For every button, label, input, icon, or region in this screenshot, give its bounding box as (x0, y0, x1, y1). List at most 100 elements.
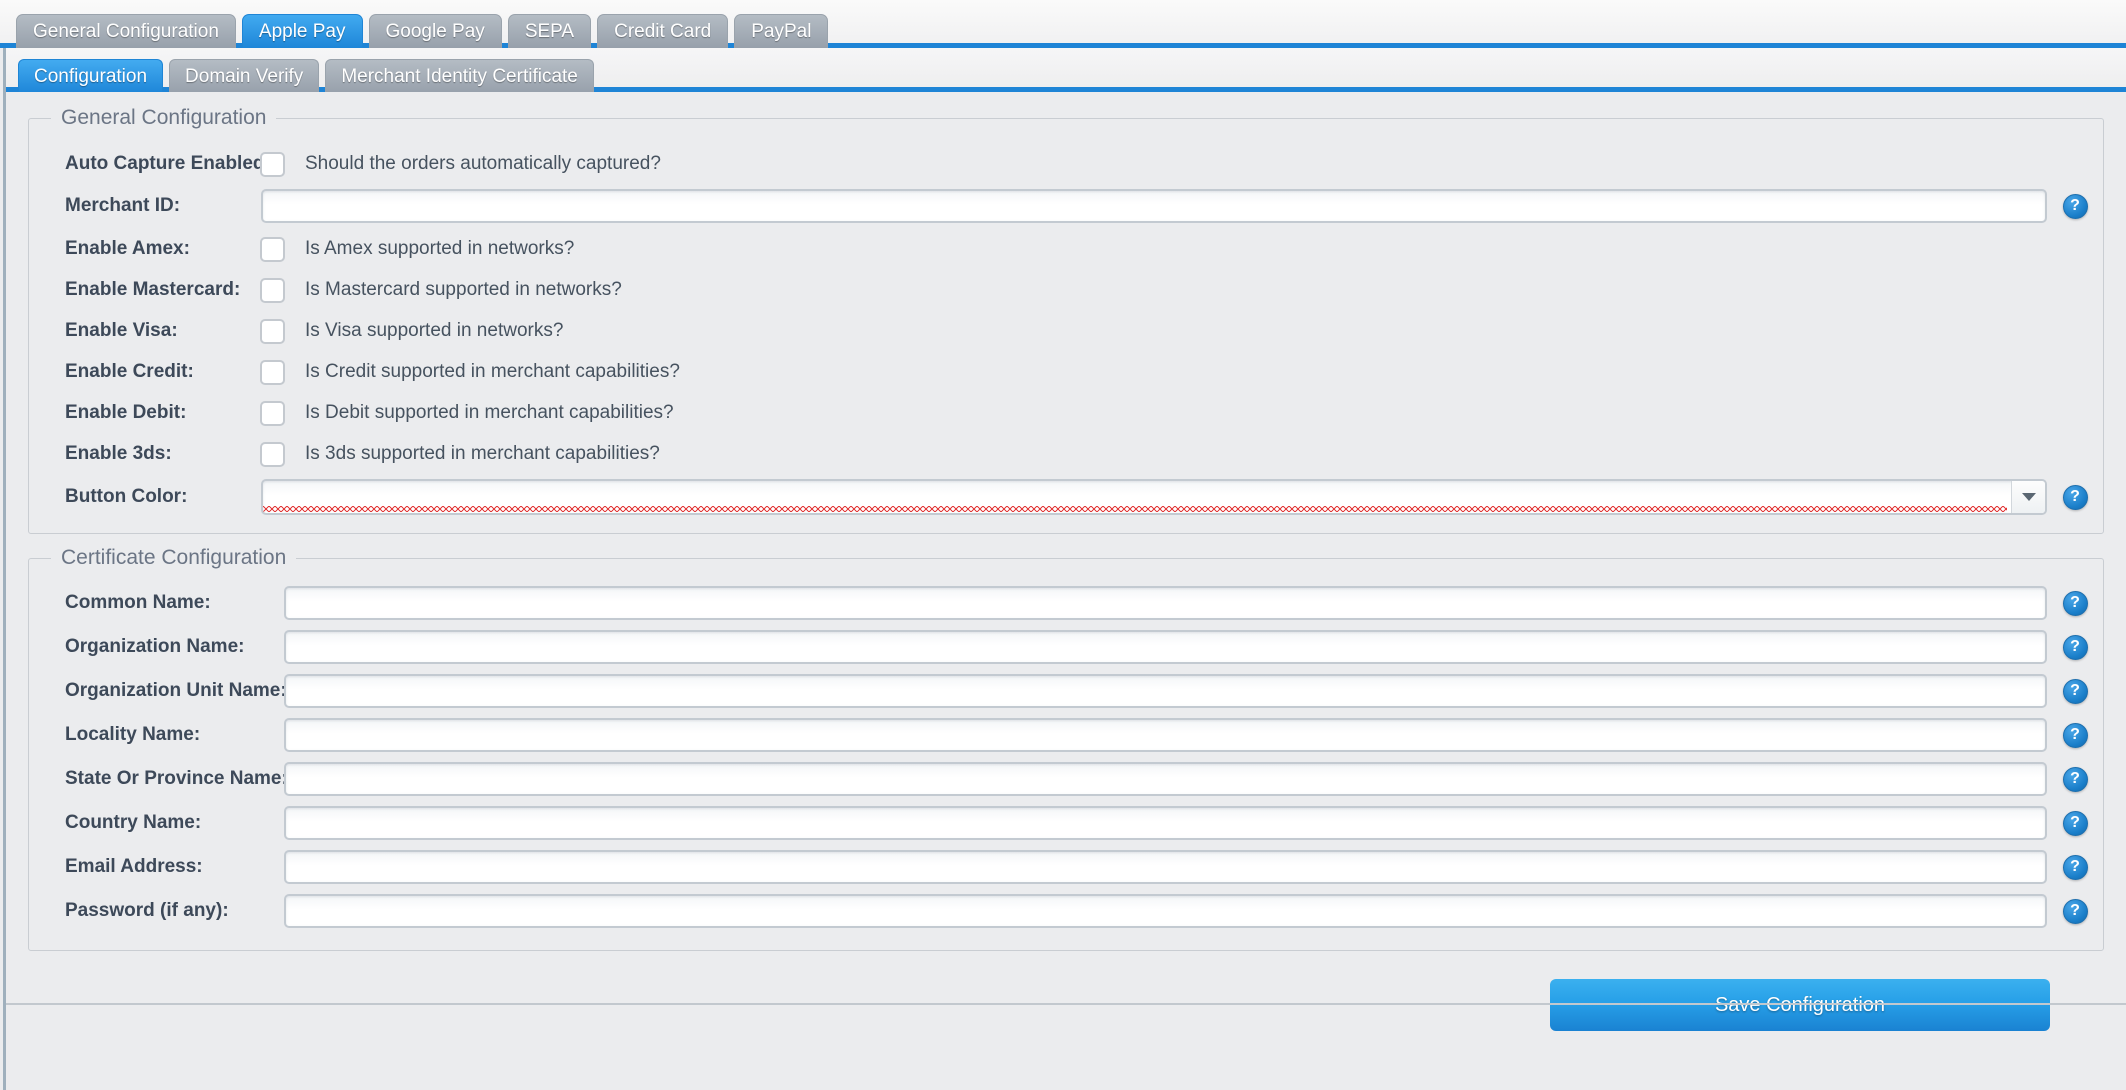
password-if-any-input[interactable] (284, 894, 2047, 928)
tab-credit-card[interactable]: Credit Card (597, 14, 729, 48)
help-column: ? (2047, 766, 2103, 792)
form-row-enable-mastercard: Enable Mastercard: Is Mastercard supporte… (29, 275, 2103, 305)
save-configuration-button[interactable]: Save Configuration (1550, 979, 2050, 1031)
tab-google-pay[interactable]: Google Pay (368, 14, 502, 48)
enable-visa-checkbox[interactable] (259, 318, 285, 344)
merchant-id-help-icon[interactable]: ? (2062, 193, 2088, 219)
enable-mastercard-hint: Is Mastercard supported in networks? (305, 279, 622, 300)
enable-3ds-hint: Is 3ds supported in merchant capabilitie… (305, 443, 660, 464)
organization-unit-name-help-icon[interactable]: ? (2062, 678, 2088, 704)
state-or-province-name-help-icon[interactable]: ? (2062, 766, 2088, 792)
organization-unit-name-label: Organization Unit Name: (65, 680, 287, 701)
email-address-input[interactable] (284, 850, 2047, 884)
form-row-enable-visa: Enable Visa: Is Visa supported in network… (29, 316, 2103, 346)
common-name-input[interactable] (284, 586, 2047, 620)
enable-credit-label: Enable Credit: (65, 361, 194, 382)
form-row-password-if-any: Password (if any):? (29, 894, 2103, 928)
form-row-locality-name: Locality Name:? (29, 718, 2103, 752)
inner-tab-bar: Configuration Domain Verify Merchant Ident… (6, 48, 2126, 92)
configuration-form: General Configuration Auto Capture Enabl… (6, 92, 2126, 1090)
checkbox-wrapper (259, 359, 285, 385)
enable-amex-checkbox[interactable] (259, 236, 285, 262)
checkbox-wrapper (259, 236, 285, 262)
auto-capture-enabled-hint: Should the orders automatically captured… (305, 153, 661, 174)
form-row-state-or-province-name: State Or Province Name:? (29, 762, 2103, 796)
auto-capture-enabled-checkbox[interactable] (259, 151, 285, 177)
merchant-id-label: Merchant ID: (65, 195, 181, 216)
enable-credit-hint: Is Credit supported in merchant capabili… (305, 361, 680, 382)
country-name-input[interactable] (284, 806, 2047, 840)
button-color-select[interactable] (261, 479, 2047, 515)
button-color-selected-value (263, 481, 2011, 513)
email-address-label: Email Address: (65, 856, 203, 877)
form-row-common-name: Common Name:? (29, 586, 2103, 620)
organization-unit-name-input[interactable] (284, 674, 2047, 708)
general-configuration-legend: General Configuration (61, 106, 267, 129)
tab-sepa[interactable]: SEPA (507, 14, 592, 48)
checkbox-wrapper (259, 151, 285, 177)
checkbox-wrapper (259, 318, 285, 344)
enable-debit-hint: Is Debit supported in merchant capabilit… (305, 402, 674, 423)
enable-debit-checkbox[interactable] (259, 400, 285, 426)
form-row-organization-unit-name: Organization Unit Name:? (29, 674, 2103, 708)
button-color-label: Button Color: (65, 486, 188, 507)
help-column: ? (2047, 634, 2103, 660)
apple-pay-panel: Configuration Domain Verify Merchant Ident… (3, 48, 2126, 1090)
enable-3ds-checkbox[interactable] (259, 441, 285, 467)
help-column: ? (2047, 854, 2103, 880)
form-row-country-name: Country Name:? (29, 806, 2103, 840)
form-row-enable-debit: Enable Debit: Is Debit supported in merch… (29, 398, 2103, 428)
state-or-province-name-label: State Or Province Name: (65, 768, 288, 789)
enable-amex-hint: Is Amex supported in networks? (305, 238, 575, 259)
form-row-email-address: Email Address:? (29, 850, 2103, 884)
button-color-help-icon[interactable]: ? (2062, 484, 2088, 510)
merchant-id-input[interactable] (261, 189, 2047, 223)
country-name-help-icon[interactable]: ? (2062, 810, 2088, 836)
common-name-help-icon[interactable]: ? (2062, 590, 2088, 616)
help-column: ? (2047, 810, 2103, 836)
subtab-domain-verify[interactable]: Domain Verify (169, 59, 320, 92)
checkbox-wrapper (259, 277, 285, 303)
state-or-province-name-input[interactable] (284, 762, 2047, 796)
help-column: ? (2047, 722, 2103, 748)
help-column: ? (2047, 484, 2103, 510)
country-name-label: Country Name: (65, 812, 202, 833)
enable-credit-checkbox[interactable] (259, 359, 285, 385)
email-address-help-icon[interactable]: ? (2062, 854, 2088, 880)
help-column: ? (2047, 590, 2103, 616)
save-row: Save Configuration (28, 963, 2104, 1031)
enable-debit-label: Enable Debit: (65, 402, 187, 423)
common-name-label: Common Name: (65, 592, 211, 613)
locality-name-label: Locality Name: (65, 724, 201, 745)
checkbox-wrapper (259, 441, 285, 467)
general-configuration-fieldset: General Configuration Auto Capture Enabl… (28, 106, 2104, 534)
form-row-auto-capture-enabled: Auto Capture Enabled: Should the orders a… (29, 149, 2103, 179)
subtab-configuration[interactable]: Configuration (18, 59, 164, 92)
panel-divider (6, 1003, 2126, 1005)
password-if-any-help-icon[interactable]: ? (2062, 898, 2088, 924)
enable-visa-hint: Is Visa supported in networks? (305, 320, 564, 341)
enable-amex-label: Enable Amex: (65, 238, 190, 259)
subtab-merchant-identity-certificate[interactable]: Merchant Identity Certificate (325, 59, 594, 92)
organization-name-label: Organization Name: (65, 636, 245, 657)
enable-mastercard-label: Enable Mastercard: (65, 279, 241, 300)
locality-name-input[interactable] (284, 718, 2047, 752)
organization-name-input[interactable] (284, 630, 2047, 664)
enable-3ds-label: Enable 3ds: (65, 443, 172, 464)
tab-paypal[interactable]: PayPal (734, 14, 829, 48)
form-row-button-color: Button Color:? (29, 479, 2103, 515)
tab-general-configuration[interactable]: General Configuration (16, 14, 236, 48)
chevron-down-icon[interactable] (2011, 481, 2045, 513)
form-row-enable-credit: Enable Credit: Is Credit supported in mer… (29, 357, 2103, 387)
certificate-configuration-legend: Certificate Configuration (61, 546, 287, 569)
checkbox-wrapper (259, 400, 285, 426)
organization-name-help-icon[interactable]: ? (2062, 634, 2088, 660)
help-column: ? (2047, 193, 2103, 219)
password-if-any-label: Password (if any): (65, 900, 229, 921)
enable-mastercard-checkbox[interactable] (259, 277, 285, 303)
tab-apple-pay[interactable]: Apple Pay (241, 14, 363, 48)
form-row-enable-3ds: Enable 3ds: Is 3ds supported in merchant … (29, 439, 2103, 469)
locality-name-help-icon[interactable]: ? (2062, 722, 2088, 748)
form-row-merchant-id: Merchant ID:? (29, 189, 2103, 223)
help-column: ? (2047, 678, 2103, 704)
